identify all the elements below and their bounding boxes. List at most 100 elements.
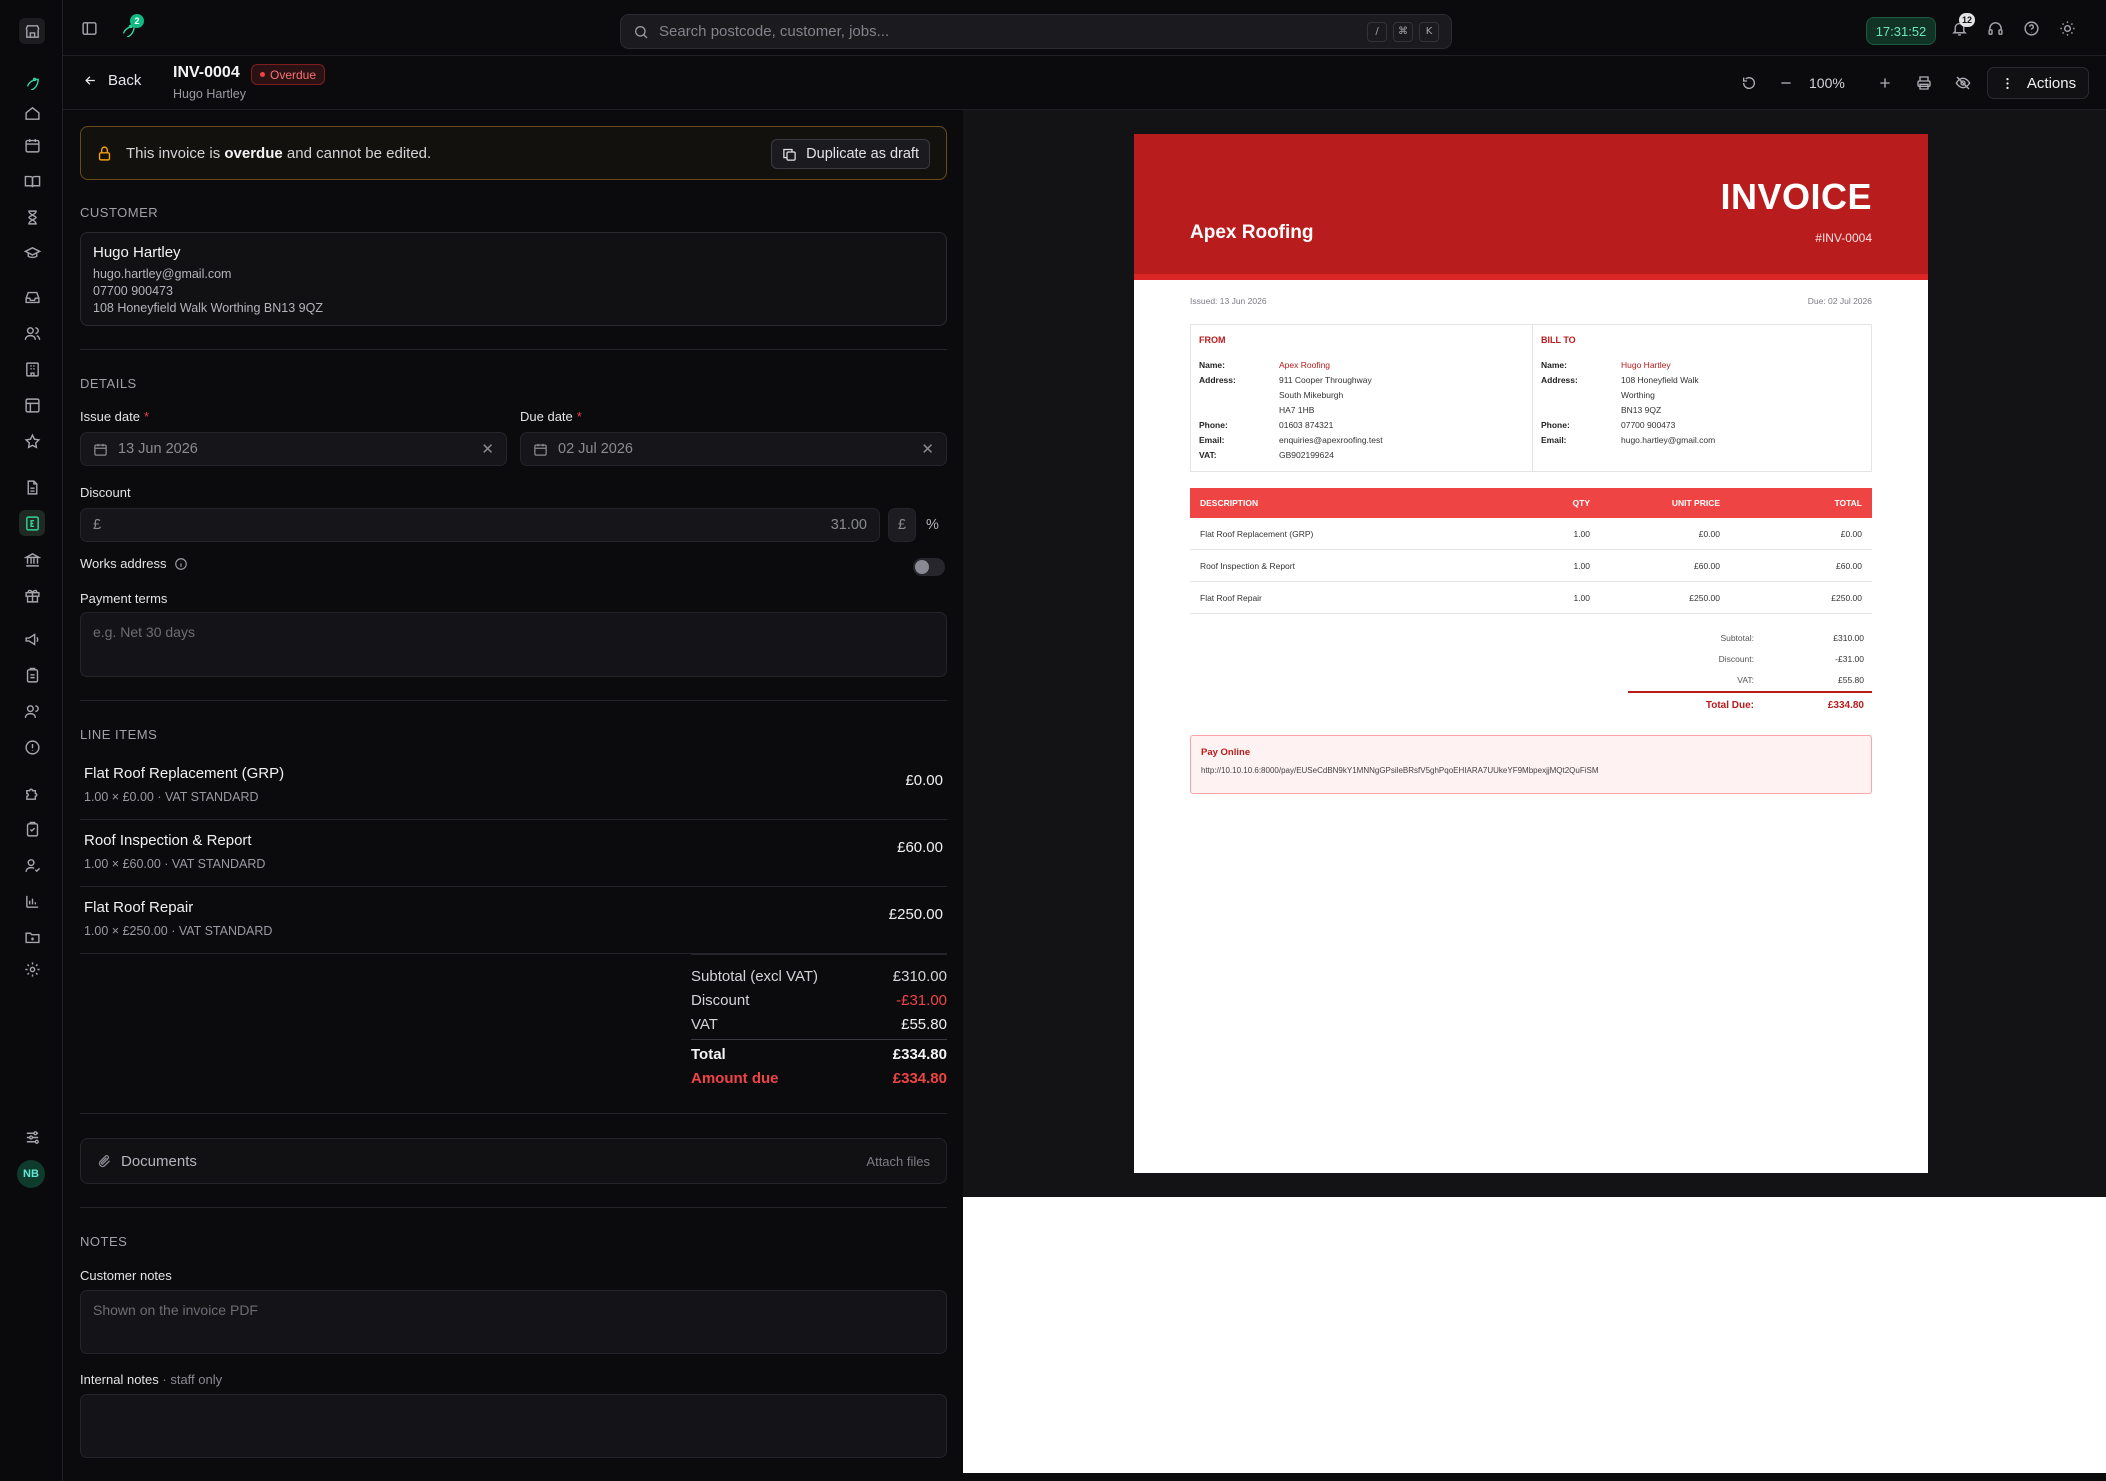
rocket-icon[interactable] xyxy=(19,68,45,94)
printer-icon[interactable] xyxy=(1912,71,1936,95)
back-label: Back xyxy=(108,72,142,89)
attach-files-button[interactable]: Attach files xyxy=(866,1154,930,1169)
total-row: Total £334.80 xyxy=(691,1046,947,1063)
works-address-text: Works address xyxy=(80,556,167,571)
summary-total-value: £334.80 xyxy=(1827,700,1864,711)
locked-text-after: and cannot be edited. xyxy=(286,145,432,162)
folder-icon[interactable] xyxy=(19,924,45,950)
bar-chart-icon[interactable] xyxy=(19,888,45,914)
discount-total-value: -£31.00 xyxy=(896,992,947,1009)
discount-value: 31.00 xyxy=(830,517,867,533)
search-input[interactable]: Search postcode, customer, jobs... / ⌘ K xyxy=(620,14,1452,49)
invoice-header-band: Apex Roofing INVOICE #INV-0004 xyxy=(1134,134,1928,280)
line-item[interactable]: Flat Roof Repair 1.00 × £250.00 · VAT ST… xyxy=(80,888,947,954)
documents-panel[interactable]: Documents Attach files xyxy=(80,1138,947,1184)
clear-due-date-icon[interactable]: ✕ xyxy=(921,440,934,458)
graduation-cap-icon[interactable] xyxy=(19,240,45,266)
eye-off-icon[interactable] xyxy=(1951,71,1975,95)
home-icon[interactable] xyxy=(19,100,45,126)
customer-notes-input[interactable]: Shown on the invoice PDF xyxy=(80,1290,947,1354)
building-icon[interactable] xyxy=(19,356,45,382)
bill-name-key: Name: xyxy=(1541,360,1567,370)
back-button[interactable]: Back xyxy=(83,72,141,89)
team-icon[interactable] xyxy=(19,698,45,724)
gift-icon[interactable] xyxy=(19,582,45,608)
hourglass-icon[interactable] xyxy=(19,204,45,230)
bell-icon[interactable]: 12 xyxy=(1947,13,1976,40)
discount-row: Discount -£31.00 xyxy=(691,992,947,1009)
pay-online-link[interactable]: http://10.10.10.6:8000/pay/EUSeCdBN9kY1M… xyxy=(1201,766,1861,775)
internal-notes-label: Internal notes · staff only xyxy=(80,1372,222,1387)
info-icon[interactable] xyxy=(174,557,188,571)
line-item[interactable]: Flat Roof Replacement (GRP) 1.00 × £0.00… xyxy=(80,754,947,820)
details-section-title: DETAILS xyxy=(80,376,137,391)
book-icon[interactable] xyxy=(19,168,45,194)
sun-icon[interactable] xyxy=(2055,16,2079,40)
actions-button[interactable]: Actions xyxy=(1987,67,2089,99)
locked-text-bold: overdue xyxy=(224,145,283,162)
megaphone-icon[interactable] xyxy=(19,626,45,652)
kbd-k: K xyxy=(1419,21,1439,42)
cell-unit-price: £0.00 xyxy=(1698,528,1720,539)
avatar[interactable]: NB xyxy=(17,1160,45,1188)
payment-terms-input[interactable]: e.g. Net 30 days xyxy=(80,612,947,677)
bill-to-box: BILL TO Name: Hugo Hartley Address: 108 Ho… xyxy=(1532,325,1873,471)
locked-banner: This invoice is overdue and cannot be ed… xyxy=(80,126,947,180)
reset-icon[interactable] xyxy=(1737,71,1761,95)
cell-description: Roof Inspection & Report xyxy=(1200,560,1295,571)
line-item[interactable]: Roof Inspection & Report 1.00 × £60.00 ·… xyxy=(80,821,947,887)
layout-icon[interactable] xyxy=(19,392,45,418)
customer-card[interactable]: Hugo Hartley hugo.hartley@gmail.com 0770… xyxy=(80,232,947,326)
file-text-icon[interactable] xyxy=(19,474,45,500)
summary-vat: VAT: £55.80 xyxy=(1634,675,1864,685)
search-placeholder: Search postcode, customer, jobs... xyxy=(659,23,890,40)
zoom-out-icon[interactable] xyxy=(1774,71,1798,95)
payment-terms-label: Payment terms xyxy=(80,591,168,606)
documents-label: Documents xyxy=(121,1153,197,1170)
col-unit-price: UNIT PRICE xyxy=(1671,498,1720,508)
help-icon[interactable] xyxy=(2019,16,2043,40)
vat-value: £55.80 xyxy=(901,1016,947,1033)
inbox-icon[interactable] xyxy=(19,284,45,310)
duplicate-as-draft-button[interactable]: Duplicate as draft xyxy=(771,139,930,169)
subtotal-value: £310.00 xyxy=(892,968,947,985)
bill-email-key: Email: xyxy=(1541,435,1567,445)
due-date-field[interactable]: 02 Jul 2026 ✕ xyxy=(520,432,947,466)
works-address-label: Works address xyxy=(80,556,188,571)
cell-qty: 1.00 xyxy=(1573,592,1590,603)
rocket-icon[interactable]: 2 xyxy=(116,14,144,40)
clock[interactable]: 17:31:52 xyxy=(1866,17,1936,45)
zoom-in-icon[interactable] xyxy=(1873,71,1897,95)
invoice-customer: Hugo Hartley xyxy=(173,87,246,101)
user-check-icon[interactable] xyxy=(19,852,45,878)
invoice-icon[interactable] xyxy=(19,510,45,536)
discount-unit-percent[interactable]: % xyxy=(918,508,947,542)
clear-issue-date-icon[interactable]: ✕ xyxy=(481,440,494,458)
discount-field[interactable]: £ 31.00 xyxy=(80,508,880,542)
calendar-icon[interactable] xyxy=(19,132,45,158)
store-icon[interactable] xyxy=(19,18,45,44)
internal-notes-input[interactable] xyxy=(80,1394,947,1458)
discount-unit-pound[interactable]: £ xyxy=(888,508,916,542)
col-total: TOTAL xyxy=(1834,498,1862,508)
from-email-key: Email: xyxy=(1199,435,1225,445)
bank-icon[interactable] xyxy=(19,546,45,572)
issue-date-field[interactable]: 13 Jun 2026 ✕ xyxy=(80,432,507,466)
address-boxes: FROM Name: Apex Roofing Address: 911 Coope… xyxy=(1190,324,1872,472)
settings-icon[interactable] xyxy=(19,956,45,982)
issue-date-label: Issue date * xyxy=(80,409,150,424)
sliders-icon[interactable] xyxy=(19,1124,45,1150)
alert-circle-icon[interactable] xyxy=(19,734,45,760)
checklist-icon[interactable] xyxy=(19,816,45,842)
clipboard-icon[interactable] xyxy=(19,662,45,688)
invoice-issued: Issued: 13 Jun 2026 xyxy=(1190,296,1267,306)
summary-total: Total Due: £334.80 xyxy=(1634,700,1864,711)
puzzle-icon[interactable] xyxy=(19,780,45,806)
customer-notes-label: Customer notes xyxy=(80,1268,172,1283)
works-address-toggle[interactable] xyxy=(913,558,945,576)
star-icon[interactable] xyxy=(19,428,45,454)
headset-icon[interactable] xyxy=(1983,16,2007,40)
users-icon[interactable] xyxy=(19,320,45,346)
cell-unit-price: £250.00 xyxy=(1689,592,1720,603)
sidebar-toggle-icon[interactable] xyxy=(77,16,101,40)
